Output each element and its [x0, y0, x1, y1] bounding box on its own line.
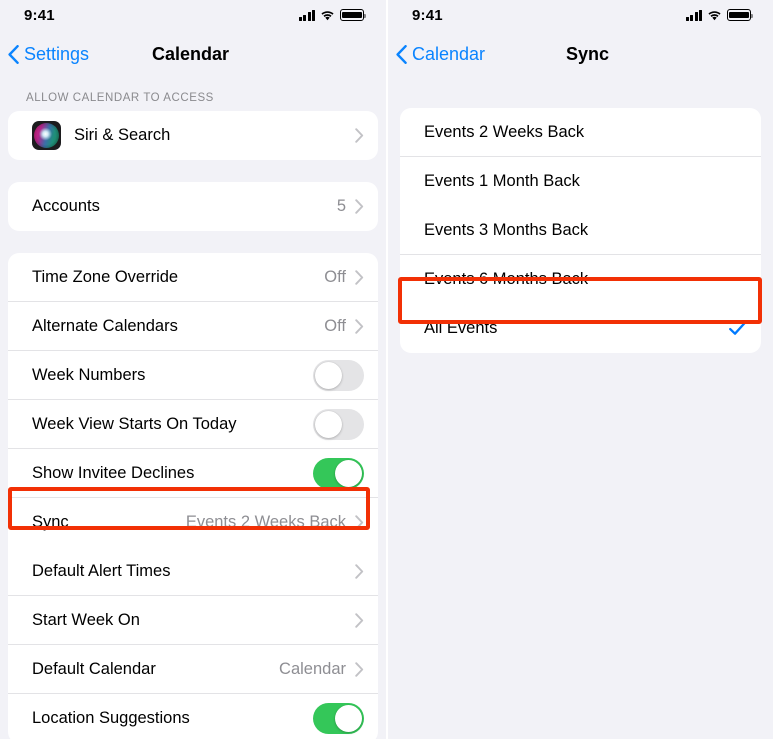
row-value: Calendar [279, 660, 346, 678]
chevron-right-icon [355, 515, 364, 530]
location-suggestions-toggle[interactable] [313, 703, 364, 734]
screenshot-stage: 9:41 Settings Calendar ALLOW CALENDAR TO… [0, 0, 773, 739]
section-allow-access: ALLOW CALENDAR TO ACCESS Siri & Search [0, 92, 386, 160]
cellular-signal-icon [685, 9, 702, 21]
calendar-settings-screen: 9:41 Settings Calendar ALLOW CALENDAR TO… [0, 0, 386, 739]
section-calendar-options: Time Zone Override Off Alternate Calenda… [0, 253, 386, 739]
row-location-suggestions[interactable]: Location Suggestions [8, 694, 378, 739]
option-events-1-month-back[interactable]: Events 1 Month Back [400, 157, 761, 206]
chevron-right-icon [355, 564, 364, 579]
section-accounts: Accounts 5 [0, 182, 386, 231]
navigation-bar: Calendar Sync [388, 30, 773, 78]
card-accounts: Accounts 5 [8, 182, 378, 231]
row-label: Week View Starts On Today [32, 415, 237, 433]
chevron-right-icon [355, 319, 364, 334]
option-label: Events 6 Months Back [424, 270, 589, 288]
cellular-signal-icon [298, 9, 315, 21]
row-value: Off [324, 317, 346, 335]
chevron-right-icon [355, 270, 364, 285]
row-week-numbers[interactable]: Week Numbers [8, 351, 378, 400]
row-label: Sync [32, 513, 69, 531]
status-bar: 9:41 [0, 0, 386, 30]
siri-icon [32, 121, 61, 150]
row-value: Events 2 Weeks Back [185, 513, 346, 531]
chevron-right-icon [355, 128, 364, 143]
status-bar-time: 9:41 [412, 6, 443, 24]
row-label: Default Calendar [32, 660, 156, 678]
row-value: 5 [336, 197, 346, 215]
section-sync-options: Events 2 Weeks Back Events 1 Month Back … [388, 108, 773, 353]
sync-screen: 9:41 Calendar Sync Events 2 Weeks Back E… [388, 0, 773, 739]
row-label: Default Alert Times [32, 562, 171, 580]
status-bar-indicators [298, 9, 366, 21]
row-label: Location Suggestions [32, 709, 190, 727]
option-events-3-months-back[interactable]: Events 3 Months Back [400, 206, 761, 255]
section-header-allow-access: ALLOW CALENDAR TO ACCESS [26, 92, 214, 104]
option-label: Events 1 Month Back [424, 172, 580, 190]
chevron-right-icon [355, 613, 364, 628]
status-bar-indicators [685, 9, 753, 21]
card-allow-access: Siri & Search [8, 111, 378, 160]
option-label: Events 2 Weeks Back [424, 123, 585, 141]
option-label: Events 3 Months Back [424, 221, 589, 239]
row-label: Siri & Search [74, 126, 171, 144]
row-label: Time Zone Override [32, 268, 179, 286]
status-bar: 9:41 [388, 0, 773, 30]
option-all-events[interactable]: All Events [400, 304, 761, 353]
row-label: Accounts [32, 197, 100, 215]
row-label: Alternate Calendars [32, 317, 178, 335]
row-label: Start Week On [32, 611, 140, 629]
row-accounts[interactable]: Accounts 5 [8, 182, 378, 231]
card-calendar-options: Time Zone Override Off Alternate Calenda… [8, 253, 378, 739]
chevron-right-icon [355, 199, 364, 214]
option-events-2-weeks-back[interactable]: Events 2 Weeks Back [400, 108, 761, 157]
row-default-calendar[interactable]: Default Calendar Calendar [8, 645, 378, 694]
checkmark-icon [729, 321, 746, 335]
option-label: All Events [424, 319, 498, 337]
row-label: Show Invitee Declines [32, 464, 195, 482]
battery-full-icon [340, 9, 366, 21]
status-bar-time: 9:41 [24, 6, 55, 24]
row-sync[interactable]: Sync Events 2 Weeks Back [8, 498, 378, 547]
row-alternate-calendars[interactable]: Alternate Calendars Off [8, 302, 378, 351]
navigation-bar: Settings Calendar [0, 30, 386, 78]
row-value: Off [324, 268, 346, 286]
wifi-icon [320, 10, 335, 21]
battery-full-icon [727, 9, 753, 21]
row-week-view-starts-on-today[interactable]: Week View Starts On Today [8, 400, 378, 449]
week-numbers-toggle[interactable] [313, 360, 364, 391]
row-default-alert-times[interactable]: Default Alert Times [8, 547, 378, 596]
chevron-right-icon [355, 662, 364, 677]
card-sync-options: Events 2 Weeks Back Events 1 Month Back … [400, 108, 761, 353]
row-time-zone-override[interactable]: Time Zone Override Off [8, 253, 378, 302]
page-title: Calendar [152, 43, 230, 64]
row-label: Week Numbers [32, 366, 146, 384]
show-invitee-declines-toggle[interactable] [313, 458, 364, 489]
week-view-starts-on-today-toggle[interactable] [313, 409, 364, 440]
option-events-6-months-back[interactable]: Events 6 Months Back [400, 255, 761, 304]
wifi-icon [707, 10, 722, 21]
row-siri-and-search[interactable]: Siri & Search [8, 111, 378, 160]
row-show-invitee-declines[interactable]: Show Invitee Declines [8, 449, 378, 498]
page-title: Sync [566, 43, 610, 64]
row-start-week-on[interactable]: Start Week On [8, 596, 378, 645]
